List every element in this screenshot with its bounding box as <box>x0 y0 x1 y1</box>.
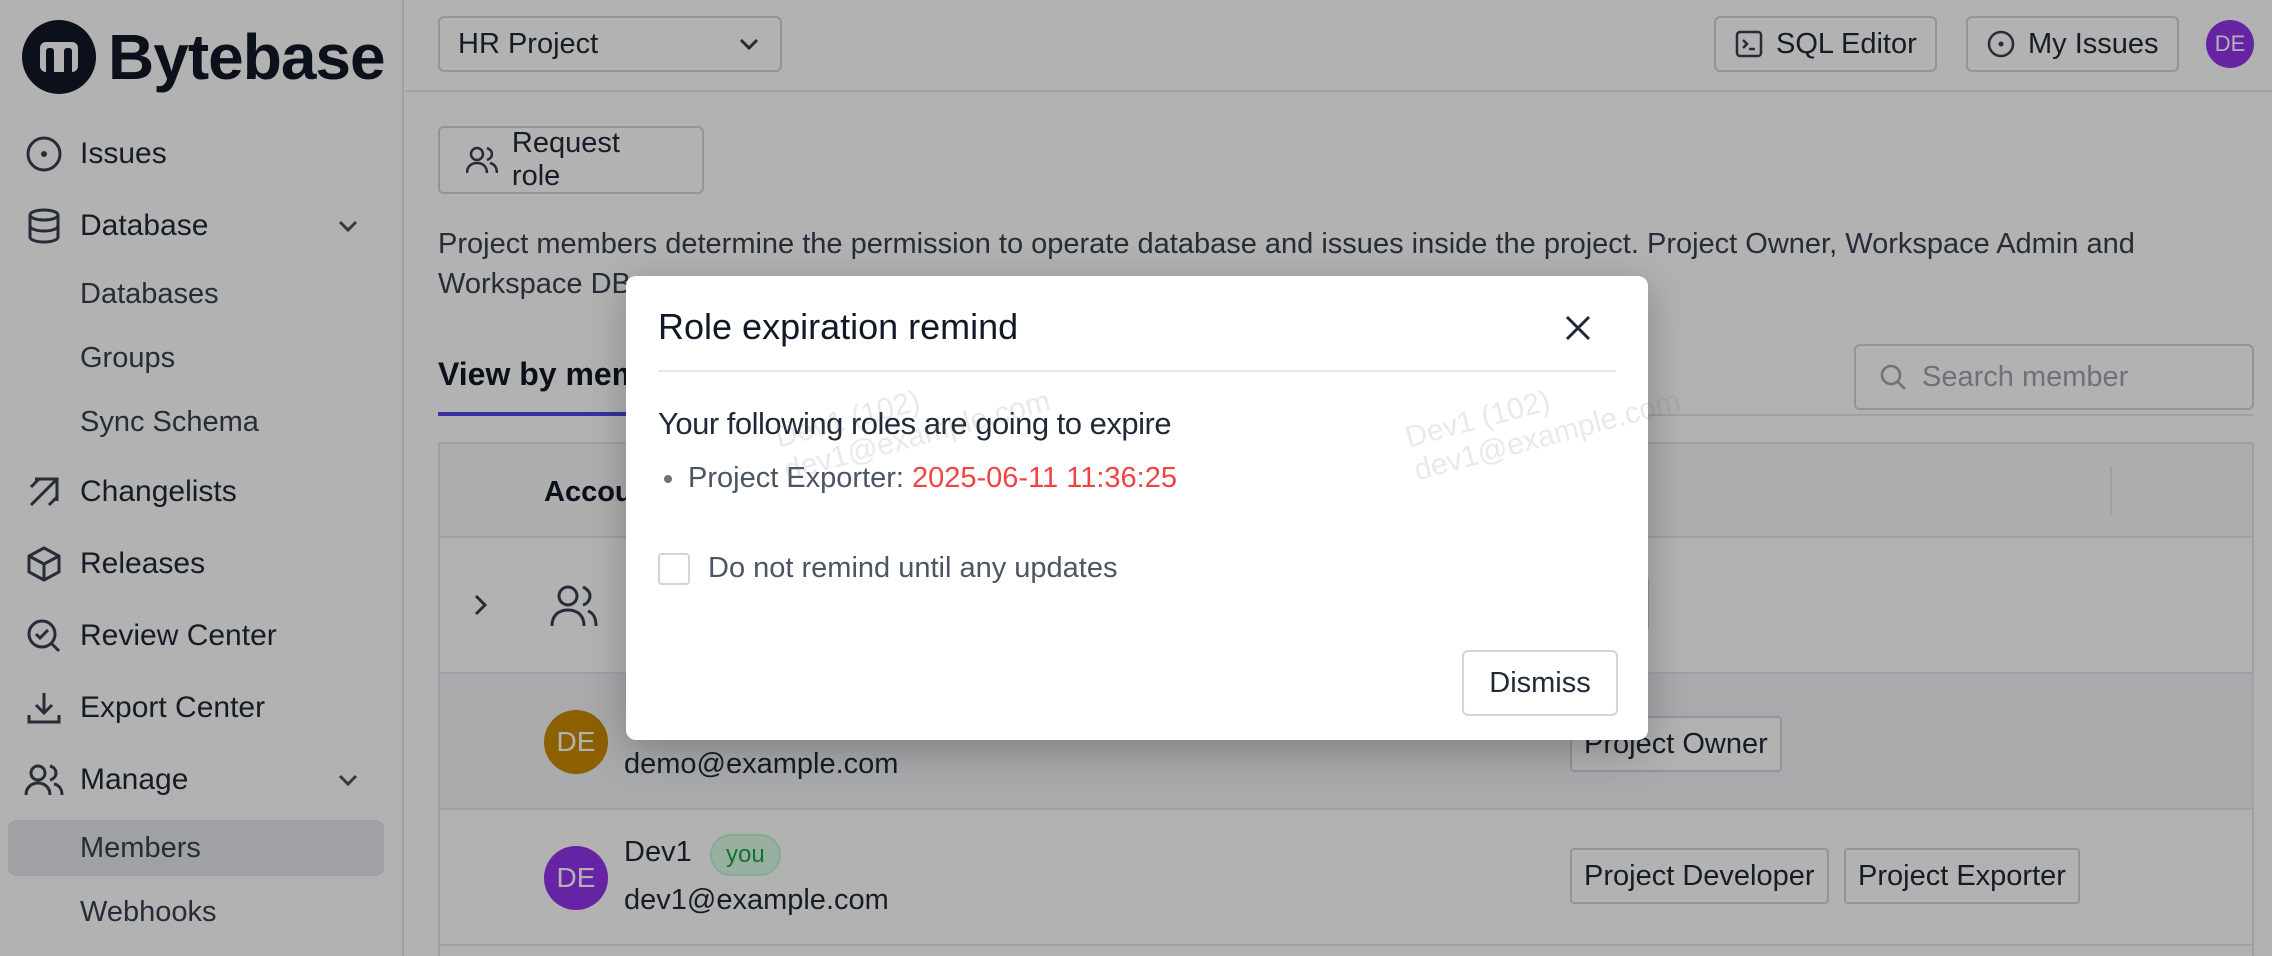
watermark-line: Dev1 (102) <box>1401 384 1554 455</box>
do-not-remind-checkbox[interactable] <box>658 552 690 585</box>
role-name: Project Exporter: <box>688 462 904 494</box>
do-not-remind-checkbox-row[interactable]: Do not remind until any updates <box>658 552 1117 585</box>
expiring-role-item: Project Exporter: 2025-06-11 11:36:25 <box>658 462 1177 495</box>
checkbox-label: Do not remind until any updates <box>708 552 1118 584</box>
close-icon[interactable] <box>1556 306 1600 350</box>
modal-divider <box>658 370 1616 372</box>
watermark-line: dev1@example.com <box>1410 384 1684 488</box>
dismiss-button[interactable]: Dismiss <box>1462 650 1618 716</box>
watermark: Dev1 (102) dev1@example.com <box>1402 352 1684 489</box>
modal-title: Role expiration remind <box>658 306 1019 347</box>
bullet-icon <box>664 474 672 483</box>
modal-subtitle: Your following roles are going to expire <box>658 406 1172 441</box>
role-expiration-modal: Role expiration remind Your following ro… <box>626 276 1684 740</box>
role-expiry-time: 2025-06-11 11:36:25 <box>911 462 1177 494</box>
